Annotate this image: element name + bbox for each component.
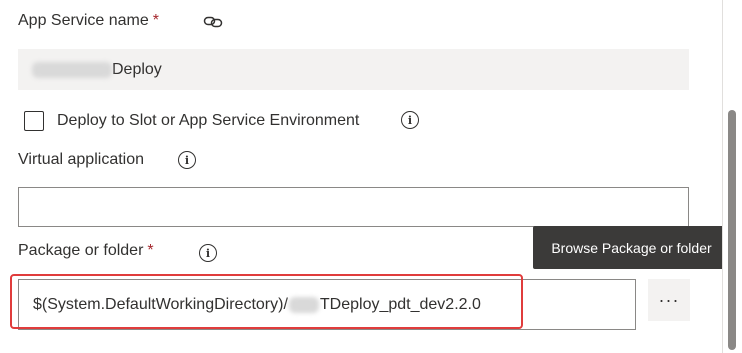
info-icon[interactable]: i [178, 151, 196, 169]
app-service-name-text: App Service name [18, 12, 149, 29]
browse-package-button[interactable]: ··· [648, 279, 690, 321]
info-icon[interactable]: i [401, 111, 419, 129]
required-marker: * [147, 242, 154, 259]
virtual-application-input[interactable] [18, 187, 689, 227]
info-icon[interactable]: i [199, 244, 217, 262]
deploy-slot-label: Deploy to Slot or App Service Environmen… [57, 112, 360, 129]
deploy-slot-checkbox[interactable] [24, 111, 44, 131]
link-icon[interactable] [203, 14, 223, 30]
package-folder-text: Package or folder [18, 242, 144, 259]
app-service-name-label: App Service name * [18, 12, 159, 30]
required-marker: * [152, 12, 159, 29]
virtual-application-label: Virtual application [18, 151, 145, 168]
highlight-box [10, 274, 523, 329]
redacted-text [32, 61, 112, 78]
browse-tooltip: Browse Package or folder [533, 226, 730, 269]
package-folder-label: Package or folder * [18, 242, 154, 260]
app-service-name-value: Deploy [112, 60, 162, 78]
scrollbar-thumb[interactable] [728, 110, 736, 350]
ellipsis-icon: ··· [658, 289, 680, 310]
app-service-name-field: Deploy [18, 49, 689, 90]
